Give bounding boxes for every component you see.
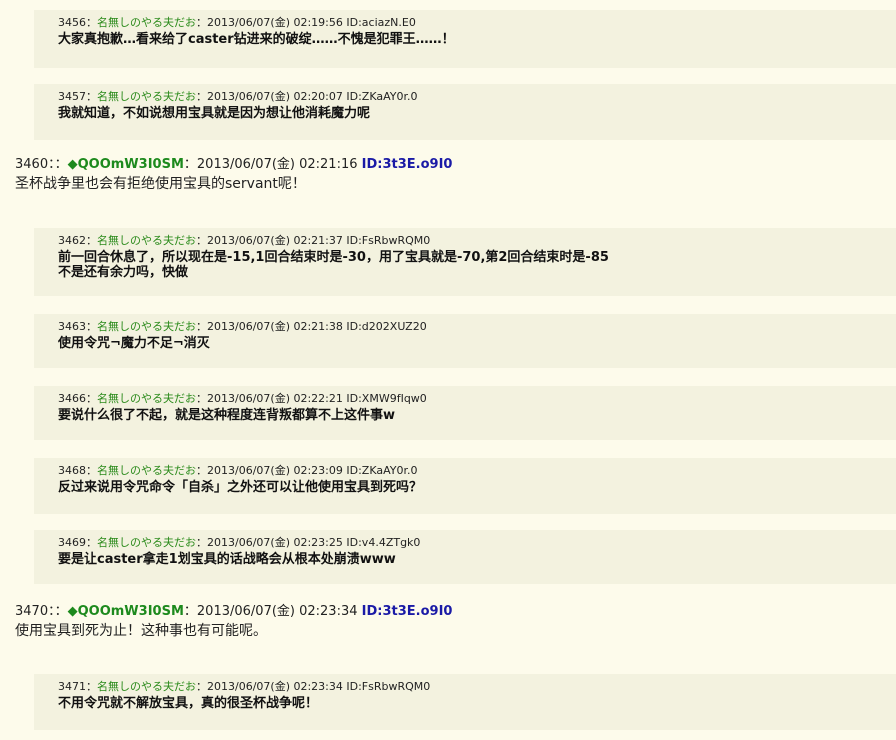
post-number[interactable]: 3460 xyxy=(15,157,48,172)
op-post: 3470：：◆QOOmW3I0SM：2013/06/07(金) 02:23:34… xyxy=(15,602,875,640)
poster-id: ID:v4.4ZTgk0 xyxy=(346,536,421,549)
post-line: 要说什么很了不起，就是这种程度连背叛都算不上这件事w xyxy=(58,408,396,423)
post-number[interactable]: 3470 xyxy=(15,604,48,619)
poster-name: 名無しのやる夫だお xyxy=(97,392,196,405)
poster-id: ID:XMW9fIqw0 xyxy=(346,392,427,405)
reply-post: 3466：名無しのやる夫だお：2013/06/07(金) 02:22:21 ID… xyxy=(34,386,896,440)
post-header: 3469：名無しのやる夫だお：2013/06/07(金) 02:23:25 ID… xyxy=(58,536,421,549)
reply-post: 3469：名無しのやる夫だお：2013/06/07(金) 02:23:25 ID… xyxy=(34,530,896,584)
post-header: 3460：：◆QOOmW3I0SM：2013/06/07(金) 02:21:16… xyxy=(15,157,453,172)
post-body: 不用令咒就不解放宝具，真的很圣杯战争呢！ xyxy=(58,696,318,711)
poster-id: ID:FsRbwRQM0 xyxy=(346,234,431,247)
post-line: 不是还有余力吗，快做 xyxy=(58,265,189,280)
poster-id: ID:ZKaAY0r.0 xyxy=(346,464,418,477)
post-line: 圣杯战争里也会有拒绝使用宝具的servant呢！ xyxy=(15,176,306,192)
post-number[interactable]: 3471 xyxy=(58,680,86,693)
post-date: 2013/06/07(金) 02:20:07 xyxy=(207,90,343,103)
post-date: 2013/06/07(金) 02:21:37 xyxy=(207,234,343,247)
poster-name: 名無しのやる夫だお xyxy=(97,680,196,693)
post-body: 要说什么很了不起，就是这种程度连背叛都算不上这件事w xyxy=(58,408,395,423)
reply-post: 3468：名無しのやる夫だお：2013/06/07(金) 02:23:09 ID… xyxy=(34,458,896,514)
post-header: 3468：名無しのやる夫だお：2013/06/07(金) 02:23:09 ID… xyxy=(58,464,418,477)
post-body: 我就知道，不如说想用宝具就是因为想让他消耗魔力呢 xyxy=(58,106,370,121)
post-line: 使用令咒¬魔力不足¬消灭 xyxy=(58,336,210,351)
poster-id: ID:FsRbwRQM0 xyxy=(346,680,431,693)
post-date: 2013/06/07(金) 02:21:38 xyxy=(207,320,343,333)
post-body: 使用宝具到死为止！这种事也有可能呢。 xyxy=(15,622,875,640)
post-date: 2013/06/07(金) 02:23:09 xyxy=(207,464,343,477)
post-line: 不用令咒就不解放宝具，真的很圣杯战争呢！ xyxy=(58,696,319,711)
post-number[interactable]: 3469 xyxy=(58,536,86,549)
post-header: 3462：名無しのやる夫だお：2013/06/07(金) 02:21:37 ID… xyxy=(58,234,431,247)
post-line: 我就知道，不如说想用宝具就是因为想让他消耗魔力呢 xyxy=(58,106,371,121)
poster-id[interactable]: ID:3t3E.o9I0 xyxy=(362,157,453,172)
post-body: 圣杯战争里也会有拒绝使用宝具的servant呢！ xyxy=(15,175,875,193)
post-number[interactable]: 3457 xyxy=(58,90,86,103)
reply-post: 3456：名無しのやる夫だお：2013/06/07(金) 02:19:56 ID… xyxy=(34,10,896,68)
reply-post: 3471：名無しのやる夫だお：2013/06/07(金) 02:23:34 ID… xyxy=(34,674,896,730)
poster-id: ID:ZKaAY0r.0 xyxy=(346,90,418,103)
post-date: 2013/06/07(金) 02:19:56 xyxy=(207,16,343,29)
post-header: 3456：名無しのやる夫だお：2013/06/07(金) 02:19:56 ID… xyxy=(58,16,416,29)
post-body: 要是让caster拿走1划宝具的话战略会从根本处崩溃www xyxy=(58,552,396,567)
poster-id: ID:aciazN.E0 xyxy=(346,16,416,29)
post-number[interactable]: 3468 xyxy=(58,464,86,477)
post-date: 2013/06/07(金) 02:22:21 xyxy=(207,392,343,405)
post-number[interactable]: 3462 xyxy=(58,234,86,247)
post-date: 2013/06/07(金) 02:23:34 xyxy=(207,680,343,693)
poster-name: 名無しのやる夫だお xyxy=(97,464,196,477)
reply-post: 3462：名無しのやる夫だお：2013/06/07(金) 02:21:37 ID… xyxy=(34,228,896,296)
post-line: 反过来说用令咒命令「自杀」之外还可以让他使用宝具到死吗？ xyxy=(58,480,423,495)
trip-diamond-icon: ◆ xyxy=(67,604,78,619)
post-line: 要是让caster拿走1划宝具的话战略会从根本处崩溃www xyxy=(58,552,396,567)
post-body: 前一回合休息了，所以现在是-15,1回合结束时是-30，用了宝具就是-70,第2… xyxy=(58,250,609,280)
post-line: 使用宝具到死为止！这种事也有可能呢。 xyxy=(15,623,267,639)
post-line: 大家真抱歉…看来给了caster钻进来的破绽……不愧是犯罪王……！ xyxy=(58,32,455,47)
poster-name: 名無しのやる夫だお xyxy=(97,536,196,549)
poster-id: ID:d202XUZ20 xyxy=(346,320,427,333)
post-header: 3471：名無しのやる夫だお：2013/06/07(金) 02:23:34 ID… xyxy=(58,680,431,693)
trip-diamond-icon: ◆ xyxy=(67,157,78,172)
post-number[interactable]: 3463 xyxy=(58,320,86,333)
poster-name: 名無しのやる夫だお xyxy=(97,234,196,247)
post-header: 3457：名無しのやる夫だお：2013/06/07(金) 02:20:07 ID… xyxy=(58,90,418,103)
poster-id[interactable]: ID:3t3E.o9I0 xyxy=(362,604,453,619)
post-body: 反过来说用令咒命令「自杀」之外还可以让他使用宝具到死吗？ xyxy=(58,480,422,495)
poster-name: 名無しのやる夫だお xyxy=(97,90,196,103)
post-body: 使用令咒¬魔力不足¬消灭 xyxy=(58,336,210,351)
post-date: 2013/06/07(金) 02:21:16 xyxy=(196,157,358,172)
thread: 3456：名無しのやる夫だお：2013/06/07(金) 02:19:56 ID… xyxy=(0,0,896,740)
poster-name: QOOmW3I0SM xyxy=(77,604,184,619)
post-date: 2013/06/07(金) 02:23:25 xyxy=(207,536,343,549)
post-number[interactable]: 3466 xyxy=(58,392,86,405)
post-header: 3463：名無しのやる夫だお：2013/06/07(金) 02:21:38 ID… xyxy=(58,320,427,333)
reply-post: 3457：名無しのやる夫だお：2013/06/07(金) 02:20:07 ID… xyxy=(34,84,896,140)
post-line: 前一回合休息了，所以现在是-15,1回合结束时是-30，用了宝具就是-70,第2… xyxy=(58,250,609,265)
op-post: 3460：：◆QOOmW3I0SM：2013/06/07(金) 02:21:16… xyxy=(15,155,875,193)
post-header: 3466：名無しのやる夫だお：2013/06/07(金) 02:22:21 ID… xyxy=(58,392,427,405)
post-header: 3470：：◆QOOmW3I0SM：2013/06/07(金) 02:23:34… xyxy=(15,604,453,619)
poster-name: 名無しのやる夫だお xyxy=(97,16,196,29)
post-number[interactable]: 3456 xyxy=(58,16,86,29)
post-date: 2013/06/07(金) 02:23:34 xyxy=(196,604,358,619)
reply-post: 3463：名無しのやる夫だお：2013/06/07(金) 02:21:38 ID… xyxy=(34,314,896,368)
poster-name: 名無しのやる夫だお xyxy=(97,320,196,333)
poster-name: QOOmW3I0SM xyxy=(77,157,184,172)
post-body: 大家真抱歉…看来给了caster钻进来的破绽……不愧是犯罪王……！ xyxy=(58,32,455,47)
